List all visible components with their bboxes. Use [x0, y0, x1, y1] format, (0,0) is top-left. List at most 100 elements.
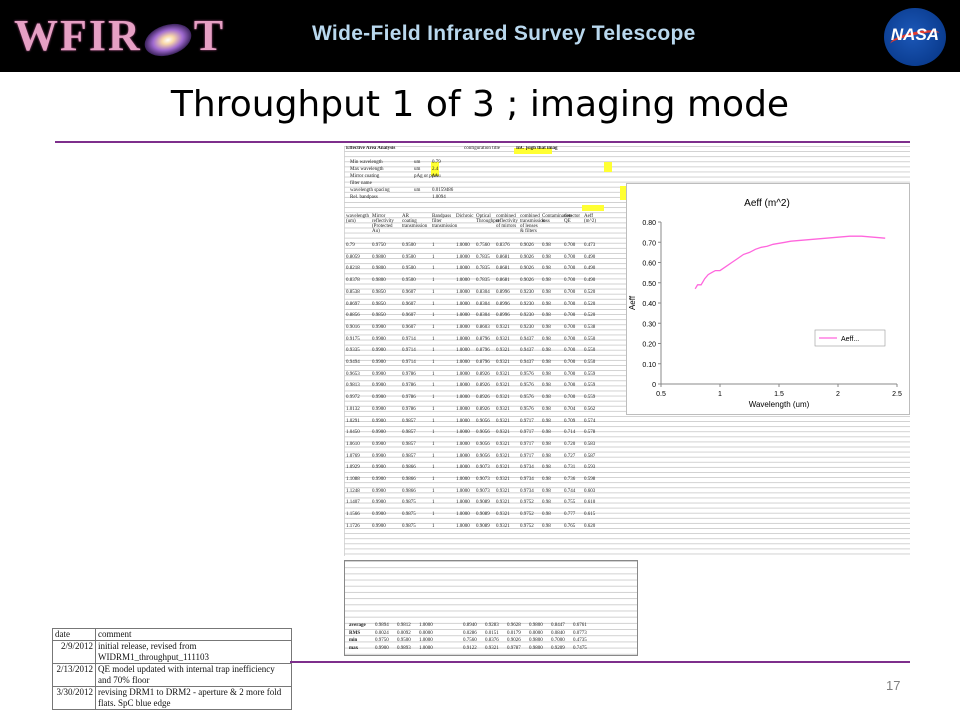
column-header: Aeff (m^2) [584, 214, 597, 224]
column-header: AR coating transmission [402, 214, 428, 229]
table-cell: 0.9607 [402, 301, 416, 307]
table-cell: 0.700 [564, 395, 576, 401]
table-cell: 0.9321 [496, 488, 510, 494]
table-cell: 1.0000 [456, 371, 470, 377]
table-cell: 1 [432, 313, 435, 319]
table-cell: 1 [432, 243, 435, 248]
table-cell: 0.9321 [496, 348, 510, 354]
table-cell: 0.8304 [476, 289, 490, 295]
input-cell-highlight [604, 162, 612, 172]
table-cell: 0.9900 [372, 512, 386, 518]
table-cell: 1.0000 [456, 453, 470, 459]
table-cell: 0.9321 [496, 453, 510, 459]
table-cell: 1 [432, 336, 435, 342]
table-cell: 0.9786 [402, 395, 416, 401]
table-cell: 0.8376 [496, 243, 510, 248]
table-cell: 1.1248 [346, 488, 360, 494]
table-cell: 0.98 [542, 301, 551, 307]
table-cell: 0.9321 [496, 406, 510, 412]
nasa-logo: NASA [884, 8, 946, 66]
table-cell: 0.8796 [476, 360, 490, 365]
table-cell: 0.9866 [402, 477, 416, 482]
table-cell: 1.1566 [346, 512, 360, 518]
table-cell: 0.744 [564, 488, 576, 494]
table-cell: 0.79 [346, 243, 355, 248]
table-cell: 0.9717 [520, 430, 534, 436]
param-value: 0.79 [432, 160, 441, 165]
table-cell: 1.0000 [456, 406, 470, 412]
table-cell: 0.593 [584, 465, 596, 471]
table-cell: 0.7560 [476, 243, 490, 248]
table-cell: 0.98 [542, 430, 551, 436]
input-cell-highlight [582, 205, 604, 211]
table-cell: 0.700 [564, 371, 576, 377]
table-cell: 1.0000 [456, 512, 470, 518]
table-cell: 0.9875 [402, 523, 416, 529]
table-cell: 1 [432, 301, 435, 307]
table-cell: 0.9321 [496, 512, 510, 518]
param-value: 1.0094 [432, 195, 446, 200]
table-cell: 0.8926 [476, 395, 490, 401]
column-header: detector QE [564, 214, 581, 224]
summary-cell: 0.4735 [573, 638, 587, 643]
summary-cell: 0.9026 [507, 638, 521, 643]
column-header: Dichroic [456, 214, 474, 219]
table-cell: 0.8304 [476, 301, 490, 307]
table-cell: 1.0000 [456, 430, 470, 436]
table-cell: 0.574 [584, 418, 596, 424]
table-cell: 1.1407 [346, 500, 360, 506]
table-cell: 0.610 [584, 500, 596, 506]
table-cell: 0.9026 [520, 254, 534, 260]
table-cell: 0.736 [564, 477, 576, 482]
table-cell: 0.9607 [402, 289, 416, 295]
param-label: Min wavelength [350, 160, 383, 165]
table-cell: 0.9321 [496, 477, 510, 482]
table-cell: 1.0000 [456, 243, 470, 248]
table-row: 2/13/2012 QE model updated with internal … [52, 663, 292, 687]
comment-text: revising DRM1 to DRM2 - aperture & 2 mor… [95, 686, 292, 710]
summary-cell: 0.9209 [551, 645, 565, 651]
table-cell: 0.9500 [402, 266, 416, 272]
table-cell: 0.700 [564, 289, 576, 295]
table-cell: 1.0000 [456, 254, 470, 260]
summary-cell: 0.7560 [463, 638, 477, 643]
table-cell: 0.9752 [520, 500, 534, 506]
table-cell: 0.9437 [520, 336, 534, 342]
comment-date: 3/30/2012 [52, 686, 96, 710]
table-cell: 1 [432, 371, 435, 377]
table-cell: 1.0929 [346, 465, 360, 471]
table-cell: 0.7835 [476, 266, 490, 272]
x-tick-label: 1.5 [774, 391, 784, 398]
table-cell: 0.615 [584, 512, 596, 518]
table-cell: 0.9717 [520, 418, 534, 424]
y-tick-label: 0.20 [642, 342, 656, 349]
table-cell: 0.9900 [372, 395, 386, 401]
aeff-chart-svg: Aeff (m^2) 0 0.10 0.20 0.30 0.40 0.50 0.60 0.70 0… [628, 198, 902, 409]
table-cell: 0.550 [584, 360, 596, 365]
summary-label: average [349, 623, 366, 628]
table-cell: 1.0000 [456, 336, 470, 342]
table-cell: 0.9056 [476, 418, 490, 424]
table-cell: 0.8796 [476, 336, 490, 342]
table-cell: 0.9321 [496, 371, 510, 377]
y-tick-label: 0.80 [642, 220, 656, 227]
table-cell: 0.700 [564, 301, 576, 307]
table-cell: 0.9437 [520, 348, 534, 354]
table-cell: 0.9321 [496, 418, 510, 424]
table-cell: 1.0000 [456, 395, 470, 401]
comment-table: date comment 2/9/2012 initial release, revi… [52, 628, 292, 710]
summary-cell: 0.7475 [573, 645, 587, 651]
table-cell: 0.720 [564, 441, 576, 447]
table-cell: 0.550 [584, 336, 596, 342]
footer-divider [290, 661, 910, 663]
table-cell: 0.700 [564, 266, 576, 272]
table-cell: 1 [432, 488, 435, 494]
param-label: Max wavelength [350, 167, 384, 172]
table-cell: 0.9717 [520, 441, 534, 447]
column-header: combined reflectivity of mirrors [496, 214, 518, 229]
table-cell: 0.620 [584, 523, 596, 529]
title-divider [55, 141, 910, 143]
table-cell: 0.9786 [402, 406, 416, 412]
column-header: Mirror reflectivity (Protected Au) [372, 214, 394, 234]
table-cell: 0.9752 [520, 523, 534, 529]
